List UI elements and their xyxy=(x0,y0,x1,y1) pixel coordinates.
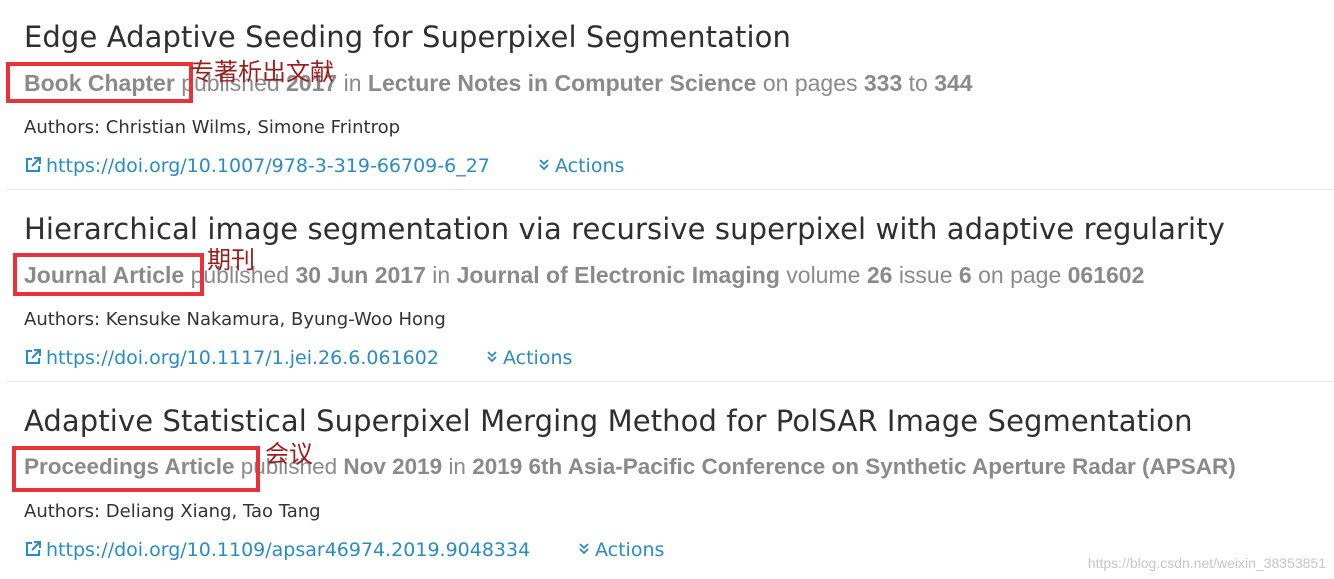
result-divider xyxy=(6,381,1334,382)
doi-link[interactable]: https://doi.org/10.1007/978-3-319-66709-… xyxy=(24,155,490,177)
actions-label: Actions xyxy=(595,539,665,561)
result-links: https://doi.org/10.1109/apsar46974.2019.… xyxy=(24,539,664,561)
highlight-box xyxy=(6,62,193,103)
annotation-label: 专著析出文献 xyxy=(190,58,334,86)
to-label: to xyxy=(908,70,928,96)
issue-label: issue xyxy=(898,262,953,288)
chevron-double-down-icon xyxy=(487,351,497,363)
result-authors: Authors: Deliang Xiang, Tao Tang xyxy=(24,501,321,522)
doi-link[interactable]: https://doi.org/10.1109/apsar46974.2019.… xyxy=(24,539,530,561)
highlight-box xyxy=(12,446,260,492)
pages-label: on pages xyxy=(762,70,858,96)
actions-toggle[interactable]: Actions xyxy=(538,155,624,177)
publication-venue: 2019 6th Asia-Pacific Conference on Synt… xyxy=(472,454,1236,479)
page-end: 344 xyxy=(934,70,973,96)
annotation-label: 会议 xyxy=(265,440,313,468)
in-label: in xyxy=(448,454,466,479)
in-label: in xyxy=(343,70,362,96)
page-label: on page xyxy=(978,262,1062,288)
doi-url: https://doi.org/10.1117/1.jei.26.6.06160… xyxy=(46,347,439,369)
result-title[interactable]: Hierarchical image segmentation via recu… xyxy=(24,212,1225,246)
result-title[interactable]: Adaptive Statistical Superpixel Merging … xyxy=(24,404,1193,438)
result-authors: Authors: Christian Wilms, Simone Frintro… xyxy=(24,117,401,138)
page-number: 061602 xyxy=(1067,262,1145,288)
publication-venue: Journal of Electronic Imaging xyxy=(456,262,780,288)
result-title[interactable]: Edge Adaptive Seeding for Superpixel Seg… xyxy=(24,20,791,54)
external-link-icon xyxy=(26,157,41,172)
in-label: in xyxy=(432,262,451,288)
actions-label: Actions xyxy=(555,155,625,177)
external-link-icon xyxy=(26,541,41,556)
watermark: https://blog.csdn.net/weixin_38353851 xyxy=(1087,555,1326,571)
result-links: https://doi.org/10.1007/978-3-319-66709-… xyxy=(24,155,624,177)
doi-url: https://doi.org/10.1109/apsar46974.2019.… xyxy=(46,539,531,561)
page-start: 333 xyxy=(863,70,903,96)
chevron-double-down-icon xyxy=(579,543,589,555)
doi-url: https://doi.org/10.1007/978-3-319-66709-… xyxy=(46,155,490,177)
highlight-box xyxy=(13,253,204,296)
volume-label: volume xyxy=(786,262,861,288)
publication-venue: Lecture Notes in Computer Science xyxy=(367,70,757,96)
external-link-icon xyxy=(26,349,41,364)
doi-link[interactable]: https://doi.org/10.1117/1.jei.26.6.06160… xyxy=(24,347,439,369)
issue-number: 6 xyxy=(958,262,972,288)
actions-label: Actions xyxy=(503,347,573,369)
publication-date: Nov 2019 xyxy=(343,454,443,479)
chevron-double-down-icon xyxy=(539,159,549,171)
annotation-label: 期刊 xyxy=(207,246,255,274)
result-links: https://doi.org/10.1117/1.jei.26.6.06160… xyxy=(24,347,572,369)
result-authors: Authors: Kensuke Nakamura, Byung-Woo Hon… xyxy=(24,309,446,330)
result-divider xyxy=(6,189,1334,190)
volume-number: 26 xyxy=(866,262,893,288)
publication-date: 30 Jun 2017 xyxy=(295,262,426,288)
result-item: Edge Adaptive Seeding for Superpixel Seg… xyxy=(0,0,1334,192)
actions-toggle[interactable]: Actions xyxy=(578,539,664,561)
actions-toggle[interactable]: Actions xyxy=(486,347,572,369)
